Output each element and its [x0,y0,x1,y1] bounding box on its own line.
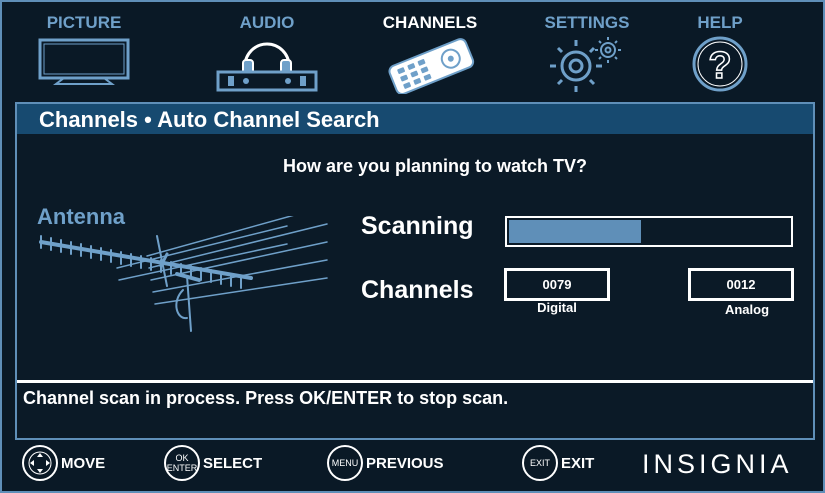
auto-channel-search-panel: Channels • Auto Channel Search How are y… [15,102,815,440]
tab-channels-label: CHANNELS [382,13,478,32]
exit-button-icon: EXIT [522,445,558,481]
enter-text: ENTER [166,463,198,473]
analog-caption: Analog [724,302,770,317]
tab-help-label: HELP [697,13,743,32]
tab-settings-label: SETTINGS [544,13,630,32]
exit-hint: EXIT EXIT [522,444,594,482]
menu-button-icon: MENU [327,445,363,481]
headphones-icon [216,42,318,92]
select-hint: OK ENTER SELECT [164,444,262,482]
tv-menu-frame: PICTURE AUDIO CHANNELS SETTINGS HELP ? C… [0,0,825,493]
digital-caption: Digital [537,300,577,315]
digital-count-box: 0079 [504,268,610,301]
ok-text: OK [175,453,189,463]
tab-audio-label: AUDIO [239,13,295,32]
antenna-icon [39,216,328,332]
tab-help[interactable]: HELP ? [682,12,758,92]
tab-settings[interactable]: SETTINGS [532,12,642,92]
watch-tv-question: How are you planning to watch TV? [282,156,587,176]
analog-count-box: 0012 [688,268,794,301]
scan-progress-fill [509,220,641,243]
move-label: MOVE [61,454,106,472]
scanning-label: Scanning [361,212,474,240]
tab-picture-label: PICTURE [46,13,122,32]
divider [17,380,813,383]
panel-title: Channels • Auto Channel Search [17,104,813,134]
previous-hint: MENU PREVIOUS [327,444,444,482]
tv-icon [38,38,130,85]
menu-ring-text: MENU [331,458,359,468]
move-hint: MOVE [22,444,105,482]
tab-picture[interactable]: PICTURE [36,12,132,90]
tab-audio[interactable]: AUDIO [212,12,322,92]
brand-logo: INSIGNIA [642,449,793,479]
exit-label: EXIT [561,454,595,472]
scan-progress-bar [505,216,793,247]
remote-icon [388,38,475,94]
dpad-icon [22,445,58,481]
select-label: SELECT [203,454,263,472]
gears-icon [550,37,621,92]
exit-ring-text: EXIT [529,458,550,468]
channels-label: Channels [361,276,474,304]
ok-enter-icon: OK ENTER [164,445,200,481]
scan-status-text: Channel scan in process. Press OK/ENTER … [23,388,509,408]
svg-text:?: ? [708,45,731,87]
previous-label: PREVIOUS [366,454,444,472]
tab-channels[interactable]: CHANNELS [372,12,488,94]
help-icon: ? [692,36,748,92]
